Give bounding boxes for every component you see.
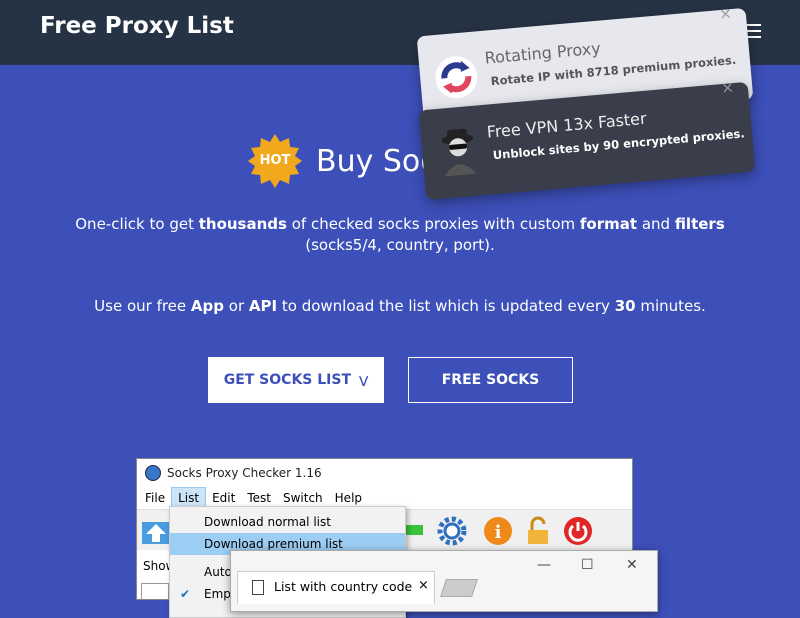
side-input[interactable] [141,583,169,599]
info-icon[interactable]: i [483,516,513,546]
hot-badge: HOT [248,134,302,188]
app-titlebar: Socks Proxy Checker 1.16 [137,459,632,487]
checkmark-icon: ✔ [180,587,191,601]
close-icon[interactable]: × [721,78,735,97]
menu-item-download-normal[interactable]: Download normal list [170,511,405,533]
tab-list-with-country-code[interactable]: List with country code × [237,571,435,604]
free-socks-label: FREE SOCKS [441,372,540,388]
double-chevron-down-icon: ⋁ [359,373,369,387]
maximize-icon[interactable]: ☐ [581,557,594,573]
new-tab-button[interactable] [440,579,478,597]
app-title: Socks Proxy Checker 1.16 [167,466,322,480]
tab-label: List with country code [274,579,413,594]
hero-description: One-click to get thousands of checked so… [75,215,725,254]
notification-title: Rotating Proxy [483,38,602,68]
menu-test[interactable]: Test [241,488,277,508]
power-icon[interactable] [563,516,593,546]
hero-subdescription: Use our free App or API to download the … [94,297,706,315]
browser-subwindow: — ☐ ✕ List with country code × [230,550,658,612]
hot-badge-label: HOT [259,153,291,168]
minimize-icon[interactable]: — [537,557,551,573]
tab-close-icon[interactable]: × [418,578,429,593]
close-icon[interactable]: × [718,4,732,23]
gear-icon[interactable] [437,516,467,546]
upload-folder-icon[interactable] [141,516,171,546]
spy-icon [441,128,477,177]
lock-icon[interactable] [523,516,553,546]
menu-edit[interactable]: Edit [206,488,241,508]
rotate-icon [435,56,478,99]
menu-switch[interactable]: Switch [277,488,329,508]
menu-help[interactable]: Help [329,488,368,508]
get-socks-list-label: GET SOCKS LIST [223,372,352,388]
document-icon [252,580,264,595]
window-close-icon[interactable]: ✕ [626,557,638,573]
get-socks-list-button[interactable]: GET SOCKS LIST ⋁ [208,357,384,403]
brand-logo-text[interactable]: Free Proxy List [40,13,234,39]
app-icon [145,465,161,481]
free-socks-button[interactable]: FREE SOCKS [408,357,573,403]
svg-text:i: i [495,522,502,543]
menu-file[interactable]: File [139,488,171,508]
